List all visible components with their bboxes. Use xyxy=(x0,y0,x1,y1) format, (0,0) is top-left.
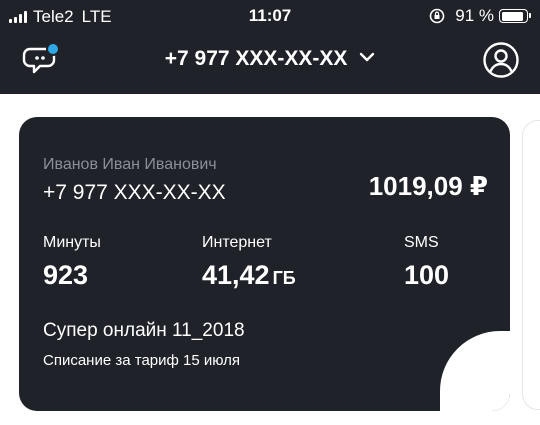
card-corner-cutout xyxy=(440,331,510,411)
minutes-label: Минуты xyxy=(43,234,101,251)
tariff-name: Супер онлайн 11_2018 xyxy=(43,320,245,341)
owner-name: Иванов Иван Иванович xyxy=(43,156,217,173)
rotation-lock-icon xyxy=(429,8,445,24)
internet-label: Интернет xyxy=(202,234,272,251)
battery-icon xyxy=(499,9,531,23)
internet-value-group: 41,42 ГБ xyxy=(202,260,296,291)
profile-button[interactable] xyxy=(482,41,520,79)
balance-amount: 1019,09 ₽ xyxy=(368,171,488,201)
battery-level xyxy=(501,11,524,21)
status-bar: Tele2 LTE 11:07 91 % xyxy=(0,0,540,32)
card-phone-number: +7 977 XXX-XX-XX xyxy=(43,181,226,204)
sms-value: 100 xyxy=(404,260,450,290)
battery-percent: 91 % xyxy=(455,6,494,25)
status-right: 91 % xyxy=(429,6,531,26)
selected-phone-number: +7 977 XXX-XX-XX xyxy=(164,47,348,70)
user-circle-icon xyxy=(483,42,519,78)
top-bar: Tele2 LTE 11:07 91 % +7 977 XXX-XX-XX xyxy=(0,0,540,94)
internet-unit: ГБ xyxy=(272,268,296,288)
internet-value: 41,42 xyxy=(202,260,270,290)
charge-note: Списание за тариф 15 июля xyxy=(43,352,241,369)
account-card[interactable]: Иванов Иван Иванович +7 977 XXX-XX-XX 10… xyxy=(19,117,510,411)
next-card-peek[interactable] xyxy=(522,120,540,410)
chevron-down-icon xyxy=(360,53,375,62)
phone-number-selector[interactable]: +7 977 XXX-XX-XX xyxy=(0,47,540,71)
sms-label: SMS xyxy=(404,234,439,251)
minutes-value: 923 xyxy=(43,260,89,290)
